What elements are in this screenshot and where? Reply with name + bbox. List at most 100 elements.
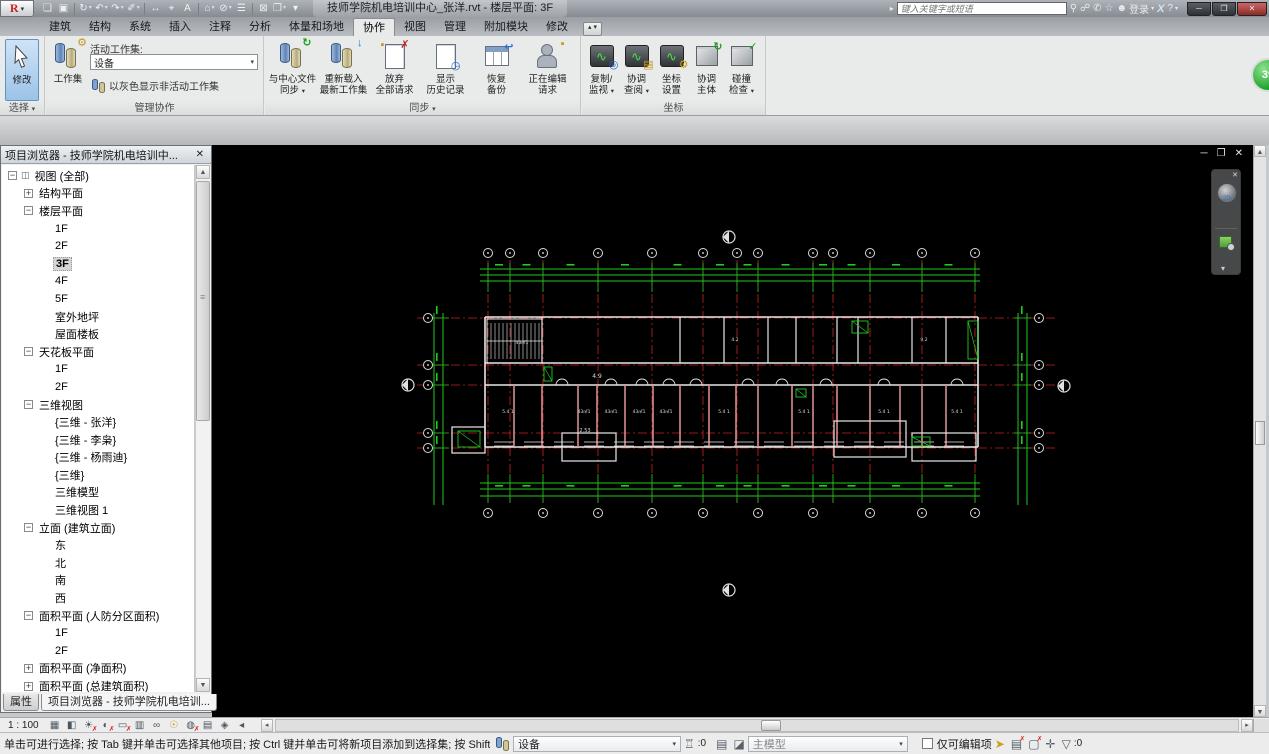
panel-label-select[interactable]: 选择 ▾ [0,102,44,115]
tag-icon[interactable]: ⌖ [164,1,179,16]
redo-icon[interactable]: ↷ ▾ [110,1,125,16]
协调查阅-button[interactable]: ∿ ▤ 协调 查阅 ▾ [619,39,654,97]
browser-tab-properties[interactable]: 属性 [3,694,39,711]
editable-only-checkbox[interactable] [921,738,933,749]
vertical-scroll-thumb[interactable] [1255,421,1265,445]
tree-item-三维视图[interactable]: − 三维视图 [2,396,194,414]
tree-item-{三维 - 李枭}[interactable]: {三维 - 李枭} [2,431,194,449]
modify-button[interactable]: 修改 [5,39,39,101]
tree-item-1F[interactable]: 1F [2,220,194,238]
exchange-apps-icon[interactable]: X [1157,1,1164,16]
exclude-options-icon[interactable]: ◪ [733,737,744,751]
tree-item-南[interactable]: 南 [2,572,194,590]
crop-region-visible-icon[interactable]: ▥ [132,719,148,732]
sign-in-button[interactable]: ☻ 登录 ▾ [1117,1,1155,16]
section-icon[interactable]: ⊘ ▾ [218,1,233,16]
zoom-region-icon[interactable] [1219,236,1235,251]
browser-scrollbar[interactable]: ▲ ▼ [195,165,210,692]
browser-close-icon[interactable]: ✕ [193,149,207,160]
tree-item-{三维 - 杨雨迪}[interactable]: {三维 - 杨雨迪} [2,449,194,467]
tree-item-三维视图 1[interactable]: 三维视图 1 [2,501,194,519]
tree-item-天花板平面[interactable]: − 天花板平面 [2,343,194,361]
tab-修改[interactable]: 修改 [537,18,577,36]
thin-lines-icon[interactable]: ☰ [234,1,249,16]
tree-item-2F[interactable]: 2F [2,642,194,660]
communication-center-badge[interactable]: 39 [1251,58,1269,92]
重新载入最新工作集-button[interactable]: ↓ 重新载入 最新工作集 [318,38,369,97]
design-option-dropdown[interactable]: 主模型 ▾ [747,735,908,752]
恢复备份-button[interactable]: ↩ 恢复 备份 [471,39,522,97]
tree-expander-icon[interactable]: + [24,663,33,673]
tab-管理[interactable]: 管理 [435,18,475,36]
drag-elements-icon[interactable]: ✛ [1046,737,1056,751]
save-icon[interactable]: ▣ [56,1,71,16]
tab-视图[interactable]: 视图 [395,18,435,36]
tree-expander-icon[interactable]: − [8,171,17,181]
measure-icon[interactable]: ✐ ▾ [126,1,141,16]
tree-item-1F[interactable]: 1F [2,361,194,379]
filter-icon[interactable]: ▽ [1062,737,1071,751]
browser-tab-project-browser[interactable]: 项目浏览器 - 技师学院机电培训... [41,694,217,711]
worksets-button[interactable]: ⚙ 工作集 [50,38,87,86]
customize-qat-icon[interactable]: ▾ [288,1,303,16]
view-close-icon[interactable]: ✕ [1235,148,1243,159]
碰撞检查-button[interactable]: ✓ 碰撞 检查 ▾ [724,39,759,97]
tree-item-屋面楼板[interactable]: 屋面楼板 [2,325,194,343]
tab-附加模块[interactable]: 附加模块 [475,18,537,36]
tree-item-三维模型[interactable]: 三维模型 [2,484,194,502]
temporary-hide-isolate-icon[interactable]: ∞ [149,719,165,732]
temporary-view-properties-icon[interactable]: ▤ [200,719,216,732]
正在编辑请求-button[interactable]: ▪ 正在编辑 请求 [522,39,573,97]
tree-expander-icon[interactable]: − [24,611,33,621]
tree-expander-icon[interactable]: − [24,523,33,533]
tree-item-立面 (建筑立面)[interactable]: − 立面 (建筑立面) [2,519,194,537]
tree-expander-icon[interactable]: + [24,188,33,198]
tab-分析[interactable]: 分析 [240,18,280,36]
view-minimize-icon[interactable]: ─ [1201,148,1208,159]
editing-requests-icon[interactable]: ♖ [684,737,695,751]
tree-item-北[interactable]: 北 [2,554,194,572]
navbar-chevron-icon[interactable]: ▾ [1221,264,1225,273]
tree-item-5F[interactable]: 5F [2,290,194,308]
browser-scroll-thumb[interactable] [196,181,210,421]
horizontal-scroll-thumb[interactable] [760,719,781,731]
复制监视-button[interactable]: ∿ ◎ 复制/监视 ▾ [584,39,619,97]
shadows-icon[interactable]: ◐ ✗ [98,719,115,733]
坐标设置-button[interactable]: ∿ ⚙ 坐标 设置 [654,39,689,97]
tab-注释[interactable]: 注释 [200,18,240,36]
horizontal-scrollbar[interactable] [274,718,1239,732]
reveal-hidden-elements-icon[interactable]: ☉ [166,719,182,732]
tab-协作[interactable]: 协作 [353,18,395,36]
tree-expander-icon[interactable]: − [24,400,33,410]
tree-item-2F[interactable]: 2F [2,237,194,255]
aligned-dimension-icon[interactable]: ↔ [148,1,163,16]
worksharing-display-icon[interactable]: ◍ ✗ [183,719,199,733]
放弃全部请求-button[interactable]: ▪ ✗ 放弃 全部请求 [369,39,420,97]
help-icon[interactable]: ? ▾ [1167,1,1178,16]
tree-item-视图 (全部)[interactable]: − ◫ 视图 (全部) [2,167,194,185]
vertical-scrollbar[interactable]: ▲ ▼ [1253,145,1266,717]
steering-wheel-icon[interactable] [1217,183,1237,203]
scroll-up-icon[interactable]: ▲ [1254,145,1266,157]
tree-expander-icon[interactable]: − [24,206,33,216]
undo-icon[interactable]: ↶ ▾ [94,1,109,16]
sync-with-central-icon[interactable]: ↻ ▾ [78,1,93,16]
close-hidden-windows-icon[interactable]: ⊠ [256,1,271,16]
tree-item-3F[interactable]: 3F [2,255,194,273]
tree-item-1F[interactable]: 1F [2,624,194,642]
collapse-icon[interactable]: ◂ [234,719,250,732]
detail-level-icon[interactable]: ▦ [47,719,63,732]
tree-item-面积平面 (总建筑面积)[interactable]: + 面积平面 (总建筑面积) [2,677,194,692]
infocenter-collapse-icon[interactable]: ▸ [890,4,894,13]
tree-item-西[interactable]: 西 [2,589,194,607]
tree-expander-icon[interactable]: + [24,681,33,691]
default-3d-view-icon[interactable]: ⌂ ▾ [202,1,217,16]
显示历史记录-button[interactable]: ◷ 显示 历史记录 [420,39,471,97]
open-file-icon[interactable]: ❏ [40,1,55,16]
tree-item-东[interactable]: 东 [2,536,194,554]
drawing-area[interactable]: 4.9 2.53 43㎡1 5.4 1 43㎡1 43㎡1 43㎡1 43㎡1 5.4 1 5.4… [212,145,1253,717]
sun-path-icon[interactable]: ☀ ✗ [81,719,97,733]
restore-button[interactable]: ❐ [1212,1,1236,16]
tree-expander-icon[interactable]: − [24,347,33,357]
tree-item-{三维 - 张洋}[interactable]: {三维 - 张洋} [2,413,194,431]
